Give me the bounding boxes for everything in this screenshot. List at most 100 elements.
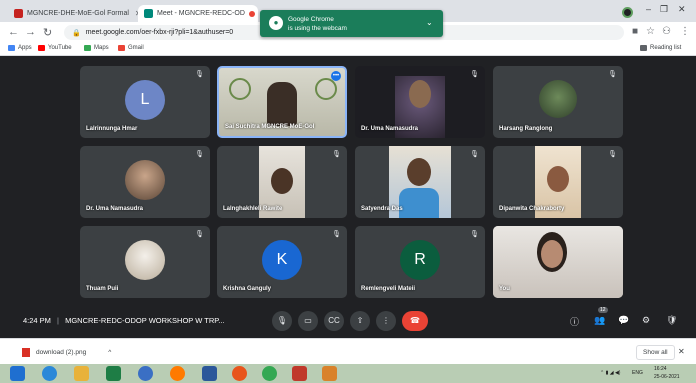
chat-icon[interactable]: 💬 — [618, 315, 629, 326]
star-icon[interactable]: ☆ — [646, 26, 655, 37]
lock-icon: 🔒 — [72, 29, 81, 37]
person-silhouette — [267, 82, 297, 126]
participant-tile[interactable]: 🎙 Dipanwita Chakraborty — [493, 146, 623, 218]
participant-tile[interactable]: 🎙 Lalnghakhleli Rawite — [217, 146, 347, 218]
download-item[interactable]: download (2).png ^ — [22, 348, 111, 357]
gmail-icon — [118, 45, 125, 51]
participant-tile[interactable]: 🎙 Dr. Uma Namasudra — [355, 66, 485, 138]
present-icon[interactable]: ⇧ — [350, 311, 370, 331]
activities-icon[interactable]: ⚙ — [642, 315, 650, 326]
self-view-tile[interactable]: You — [493, 226, 623, 298]
profile-icon[interactable]: ⚇ — [662, 26, 671, 37]
mic-off-icon: 🎙 — [195, 71, 204, 78]
participant-name: Harsang Ranglong — [499, 126, 553, 132]
forward-icon[interactable]: → — [25, 26, 36, 38]
word-icon[interactable] — [202, 366, 217, 381]
close-window-icon[interactable]: ✕ — [678, 4, 686, 15]
camera-indicator-icon[interactable]: ■ — [632, 26, 638, 37]
captions-icon[interactable]: CC — [324, 311, 344, 331]
participant-name: Lalnghakhleli Rawite — [223, 206, 283, 212]
reading-list-icon — [640, 45, 647, 51]
mic-icon[interactable]: 🎙 — [272, 311, 292, 331]
chrome-icon[interactable] — [262, 366, 277, 381]
avatar: K — [262, 240, 302, 280]
tray-time[interactable]: 16:24 — [654, 366, 667, 372]
show-all-button[interactable]: Show all — [636, 345, 675, 360]
close-icon[interactable]: ✕ — [678, 347, 685, 356]
participant-tile[interactable]: K 🎙 Krishna Ganguly — [217, 226, 347, 298]
tab-title: MGNCRE-DHE-MoE-Gol Formal — [27, 10, 129, 17]
more-options-icon[interactable]: ⋮ — [376, 311, 396, 331]
bookmark-maps[interactable]: Maps — [84, 45, 109, 51]
system-tray-icons[interactable]: ⌃ ▮ ◢ ◀) — [600, 370, 620, 376]
end-call-button[interactable]: ☎ — [402, 311, 428, 331]
participant-tile[interactable]: 🎙 Dr. Uma Namasudra — [80, 146, 210, 218]
emblem-logo — [229, 78, 251, 100]
minimize-icon[interactable]: – — [646, 4, 651, 14]
mic-off-icon: 🎙 — [332, 151, 341, 158]
app-icon[interactable] — [170, 366, 185, 381]
webcam-notification[interactable]: ● Google Chrome is using the webcam ⌄ — [260, 10, 443, 37]
webcam-icon: ● — [269, 16, 283, 30]
reading-list[interactable]: Reading list — [640, 45, 681, 51]
people-icon[interactable]: 👥 — [594, 315, 605, 326]
info-icon[interactable]: ⓘ — [570, 315, 579, 328]
maximize-icon[interactable]: ❐ — [660, 4, 668, 15]
recording-dot-icon — [248, 10, 255, 17]
hp-icon[interactable] — [138, 366, 153, 381]
bookmark-apps[interactable]: Apps — [8, 45, 32, 51]
ie-icon[interactable] — [42, 366, 57, 381]
participant-name: Satyendra Das — [361, 206, 403, 212]
more-options-icon[interactable]: ••• — [331, 71, 341, 81]
chevron-up-icon[interactable]: ^ — [108, 349, 111, 356]
chrome-profile-icon[interactable] — [622, 7, 633, 18]
chevron-down-icon[interactable]: ⌄ — [426, 18, 433, 27]
back-icon[interactable]: ← — [8, 26, 19, 38]
meeting-time: 4:24 PM — [23, 316, 51, 325]
url-text: meet.google.com/oer-fxbx-rji?pli=1&authu… — [85, 29, 234, 36]
image-file-icon — [22, 348, 30, 357]
person-face — [547, 166, 569, 192]
tab-meet[interactable]: Meet - MGNCRE-REDC-OD ✕ — [138, 5, 258, 22]
participant-name: You — [499, 286, 510, 292]
participant-tile[interactable]: 🎙 Harsang Ranglong — [493, 66, 623, 138]
participant-count-badge: 12 — [598, 307, 608, 313]
notification-text: is using the webcam — [288, 25, 347, 32]
person-face — [271, 168, 293, 194]
tab-title: Meet - MGNCRE-REDC-OD — [157, 10, 245, 17]
bookmark-gmail[interactable]: Gmail — [118, 45, 144, 51]
participant-name: Lalrinnunga Hmar — [86, 126, 138, 132]
mic-off-icon: 🎙 — [332, 231, 341, 238]
person-face — [407, 158, 431, 186]
meeting-details: 4:24 PM | MGNCRE-REDC-ODOP WORKSHOP W TR… — [23, 316, 225, 325]
meet-stage: L 🎙 Lalrinnunga Hmar ••• Sai Suchitra MG… — [0, 57, 696, 338]
avatar — [539, 80, 577, 118]
excel-icon[interactable] — [106, 366, 121, 381]
gmail-icon — [14, 9, 23, 18]
language-indicator[interactable]: ENG — [632, 370, 643, 376]
tray-date[interactable]: 25-06-2021 — [654, 374, 680, 380]
avatar — [125, 160, 165, 200]
mic-off-icon: 🎙 — [608, 71, 617, 78]
participant-tile[interactable]: L 🎙 Lalrinnunga Hmar — [80, 66, 210, 138]
apps-grid-icon — [8, 45, 15, 51]
avatar — [125, 240, 165, 280]
mic-off-icon: 🎙 — [470, 231, 479, 238]
host-controls-icon[interactable]: 🛡 — [666, 315, 677, 326]
folder-icon[interactable] — [74, 366, 89, 381]
app-icon[interactable] — [292, 366, 307, 381]
app-icon[interactable] — [322, 366, 337, 381]
participant-tile-active[interactable]: ••• Sai Suchitra MGNCRE MoE-Gol — [217, 66, 347, 138]
bookmark-youtube[interactable]: YouTube — [38, 45, 72, 51]
camera-icon[interactable]: ▭ — [298, 311, 318, 331]
bookmarks-bar: Apps YouTube Maps Gmail Reading list — [0, 43, 696, 56]
participant-tile[interactable]: R 🎙 Remlengveli Mateii — [355, 226, 485, 298]
participant-tile[interactable]: 🎙 Thuam Puii — [80, 226, 210, 298]
reload-icon[interactable]: ↻ — [43, 26, 52, 39]
meeting-title: MGNCRE-REDC-ODOP WORKSHOP W TRP... — [65, 316, 225, 325]
menu-dots-icon[interactable]: ⋮ — [680, 26, 690, 37]
participant-tile[interactable]: 🎙 Satyendra Das — [355, 146, 485, 218]
tab-mgncre[interactable]: MGNCRE-DHE-MoE-Gol Formal ✕ — [8, 5, 138, 22]
windows-start-icon[interactable] — [10, 366, 25, 381]
firefox-icon[interactable] — [232, 366, 247, 381]
